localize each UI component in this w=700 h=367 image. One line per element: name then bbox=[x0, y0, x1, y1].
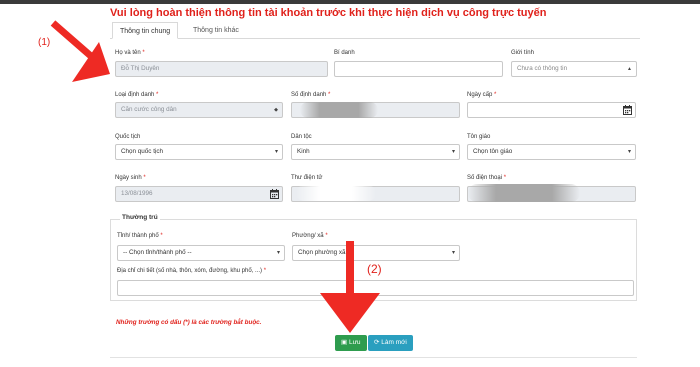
red-arrow bbox=[50, 20, 380, 333]
